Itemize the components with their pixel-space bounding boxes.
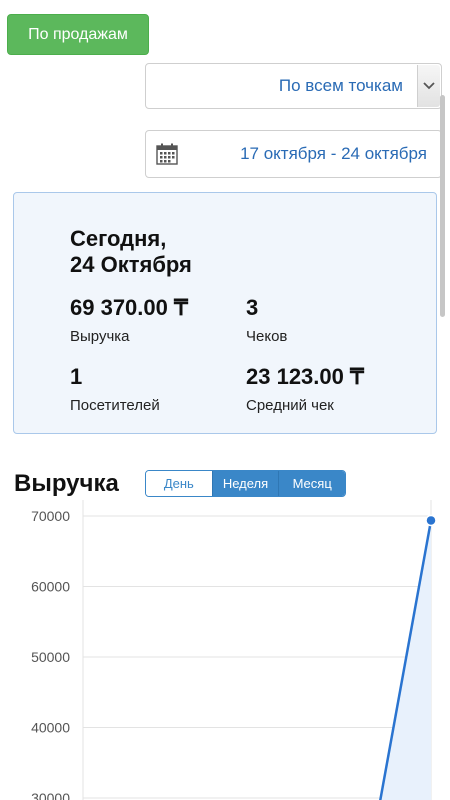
revenue-value: 69 370.00 ₸ (70, 295, 188, 320)
revenue-label: Выручка (70, 328, 130, 345)
y-tick-label: 40000 (31, 720, 70, 736)
y-tick-label: 50000 (31, 649, 70, 665)
calendar-icon (156, 143, 178, 165)
period-day-button[interactable]: День (146, 471, 212, 496)
y-tick-label: 60000 (31, 579, 70, 595)
visitors-label: Посетителей (70, 397, 160, 414)
y-tick-label: 30000 (31, 790, 70, 800)
revenue-chart: 70000 60000 50000 40000 30000 (31, 500, 437, 800)
sales-button[interactable]: По продажам (7, 14, 149, 55)
date-range-value: 17 октября - 24 октября (240, 144, 427, 163)
y-tick-label: 70000 (31, 508, 70, 524)
period-toggle: День Неделя Месяц (145, 470, 346, 497)
avg-check-value: 23 123.00 ₸ (246, 364, 364, 389)
summary-title: Сегодня, 24 Октября (70, 226, 192, 277)
data-point (425, 514, 437, 527)
checks-label: Чеков (246, 328, 288, 345)
date-range-picker[interactable]: 17 октября - 24 октября (145, 130, 442, 178)
points-select-value: По всем точкам (278, 76, 403, 95)
period-month-button[interactable]: Месяц (278, 471, 345, 496)
points-select[interactable]: По всем точкам (145, 63, 442, 109)
avg-check-label: Средний чек (246, 397, 334, 414)
chevron-down-icon[interactable] (417, 65, 440, 107)
scrollbar[interactable] (440, 95, 445, 317)
today-summary-card: Сегодня, 24 Октября 69 370.00 ₸ Выручка … (13, 192, 437, 434)
period-week-button[interactable]: Неделя (211, 471, 279, 496)
checks-value: 3 (246, 295, 259, 320)
visitors-value: 1 (70, 364, 83, 389)
revenue-section-title: Выручка (14, 470, 119, 497)
